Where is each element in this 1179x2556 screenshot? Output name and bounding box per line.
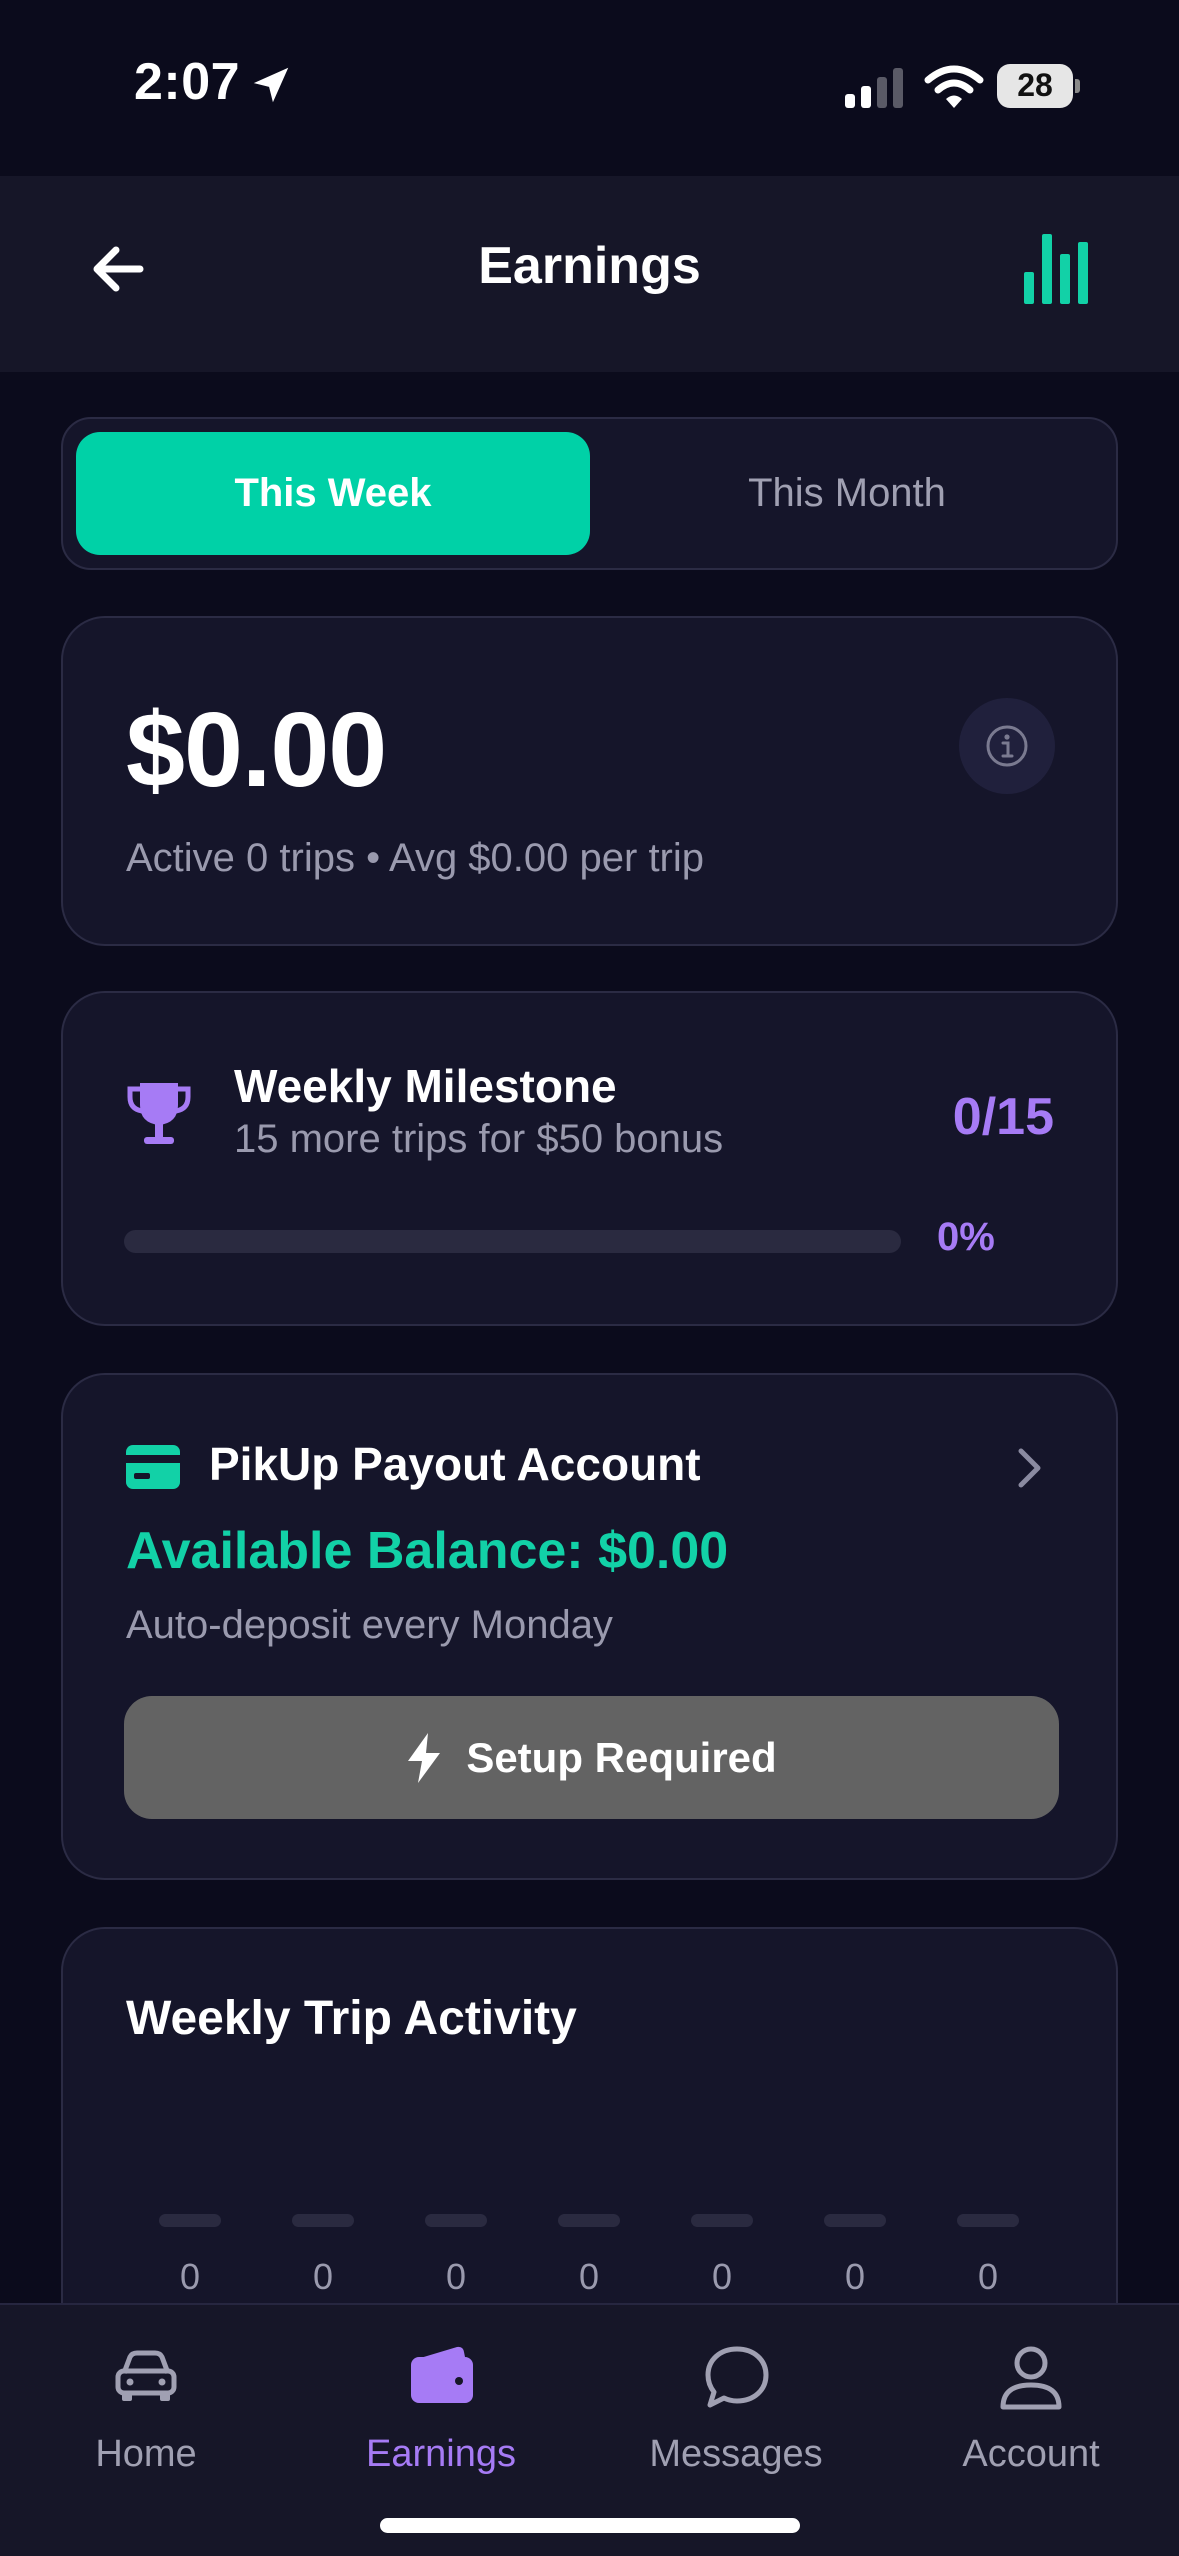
chat-bubble-icon: [705, 2346, 769, 2408]
payout-account-card[interactable]: PikUp Payout Account Available Balance: …: [61, 1373, 1118, 1880]
available-balance: Available Balance: $0.00: [126, 1522, 729, 1580]
activity-value: 0: [711, 2256, 733, 2297]
activity-value: 0: [977, 2256, 999, 2297]
earnings-amount: $0.00: [126, 691, 387, 809]
tab-home[interactable]: Home: [16, 2345, 276, 2485]
activity-bar: 0: [691, 2214, 753, 2304]
status-bar: 2:07 28: [0, 0, 1179, 176]
credit-card-icon: [126, 1445, 180, 1489]
wifi-icon: [924, 65, 984, 108]
status-time: 2:07: [134, 53, 241, 111]
battery-level: 28: [1017, 67, 1053, 103]
chevron-right-icon[interactable]: [1011, 1445, 1047, 1491]
period-segmented-control: This Week This Month: [61, 417, 1118, 570]
weekly-milestone-card[interactable]: Weekly Milestone 15 more trips for $50 b…: [61, 991, 1118, 1326]
activity-value: 0: [179, 2256, 201, 2297]
activity-bar: 0: [558, 2214, 620, 2304]
person-icon: [1000, 2346, 1062, 2410]
activity-bar: 0: [957, 2214, 1019, 2304]
wallet-icon: [411, 2346, 473, 2403]
activity-value: 0: [578, 2256, 600, 2297]
page-title: Earnings: [478, 237, 701, 295]
tab-account[interactable]: Account: [901, 2345, 1161, 2485]
activity-bar: 0: [159, 2214, 221, 2304]
activity-bar: 0: [425, 2214, 487, 2304]
tab-this-week[interactable]: This Week: [76, 432, 590, 555]
car-icon: [115, 2350, 177, 2401]
setup-button-label: Setup Required: [466, 1733, 777, 1781]
milestone-percent: 0%: [937, 1215, 995, 1259]
tab-earnings-label: Earnings: [366, 2433, 516, 2475]
trophy-icon: [127, 1083, 191, 1144]
activity-value: 0: [844, 2256, 866, 2297]
earnings-summary-card: $0.00 Active 0 trips • Avg $0.00 per tri…: [61, 616, 1118, 946]
top-header: Earnings: [0, 176, 1179, 372]
milestone-title: Weekly Milestone: [234, 1060, 617, 1112]
tab-home-label: Home: [95, 2433, 197, 2475]
tab-messages-label: Messages: [649, 2433, 823, 2475]
milestone-count: 0/15: [952, 1088, 1054, 1146]
lightning-icon: [408, 1732, 441, 1783]
tab-account-label: Account: [962, 2433, 1100, 2475]
activity-value: 0: [445, 2256, 467, 2297]
activity-bar: 0: [824, 2214, 886, 2304]
setup-required-button[interactable]: Setup Required: [124, 1696, 1059, 1819]
info-icon: [986, 725, 1028, 767]
home-indicator: [380, 2518, 800, 2533]
earnings-screen: 2:07 28 Earnings This Week This Month $0…: [0, 0, 1179, 2556]
cellular-signal-icon: [845, 68, 903, 108]
payout-title: PikUp Payout Account: [209, 1438, 701, 1490]
deposit-schedule: Auto-deposit every Monday: [126, 1603, 613, 1647]
activity-value: 0: [312, 2256, 334, 2297]
activity-title: Weekly Trip Activity: [126, 1992, 577, 2045]
battery-icon: 28: [997, 64, 1080, 108]
tab-messages[interactable]: Messages: [606, 2345, 866, 2485]
activity-bar: 0: [292, 2214, 354, 2304]
milestone-subtitle: 15 more trips for $50 bonus: [234, 1117, 724, 1161]
tab-this-month[interactable]: This Month: [590, 432, 1104, 555]
milestone-progress-bar: [124, 1230, 901, 1253]
earnings-subtitle: Active 0 trips • Avg $0.00 per trip: [126, 836, 705, 880]
location-arrow-icon: [253, 67, 289, 103]
info-button[interactable]: [959, 698, 1055, 794]
bar-chart-icon[interactable]: [1022, 228, 1090, 304]
tab-earnings[interactable]: Earnings: [311, 2345, 571, 2485]
